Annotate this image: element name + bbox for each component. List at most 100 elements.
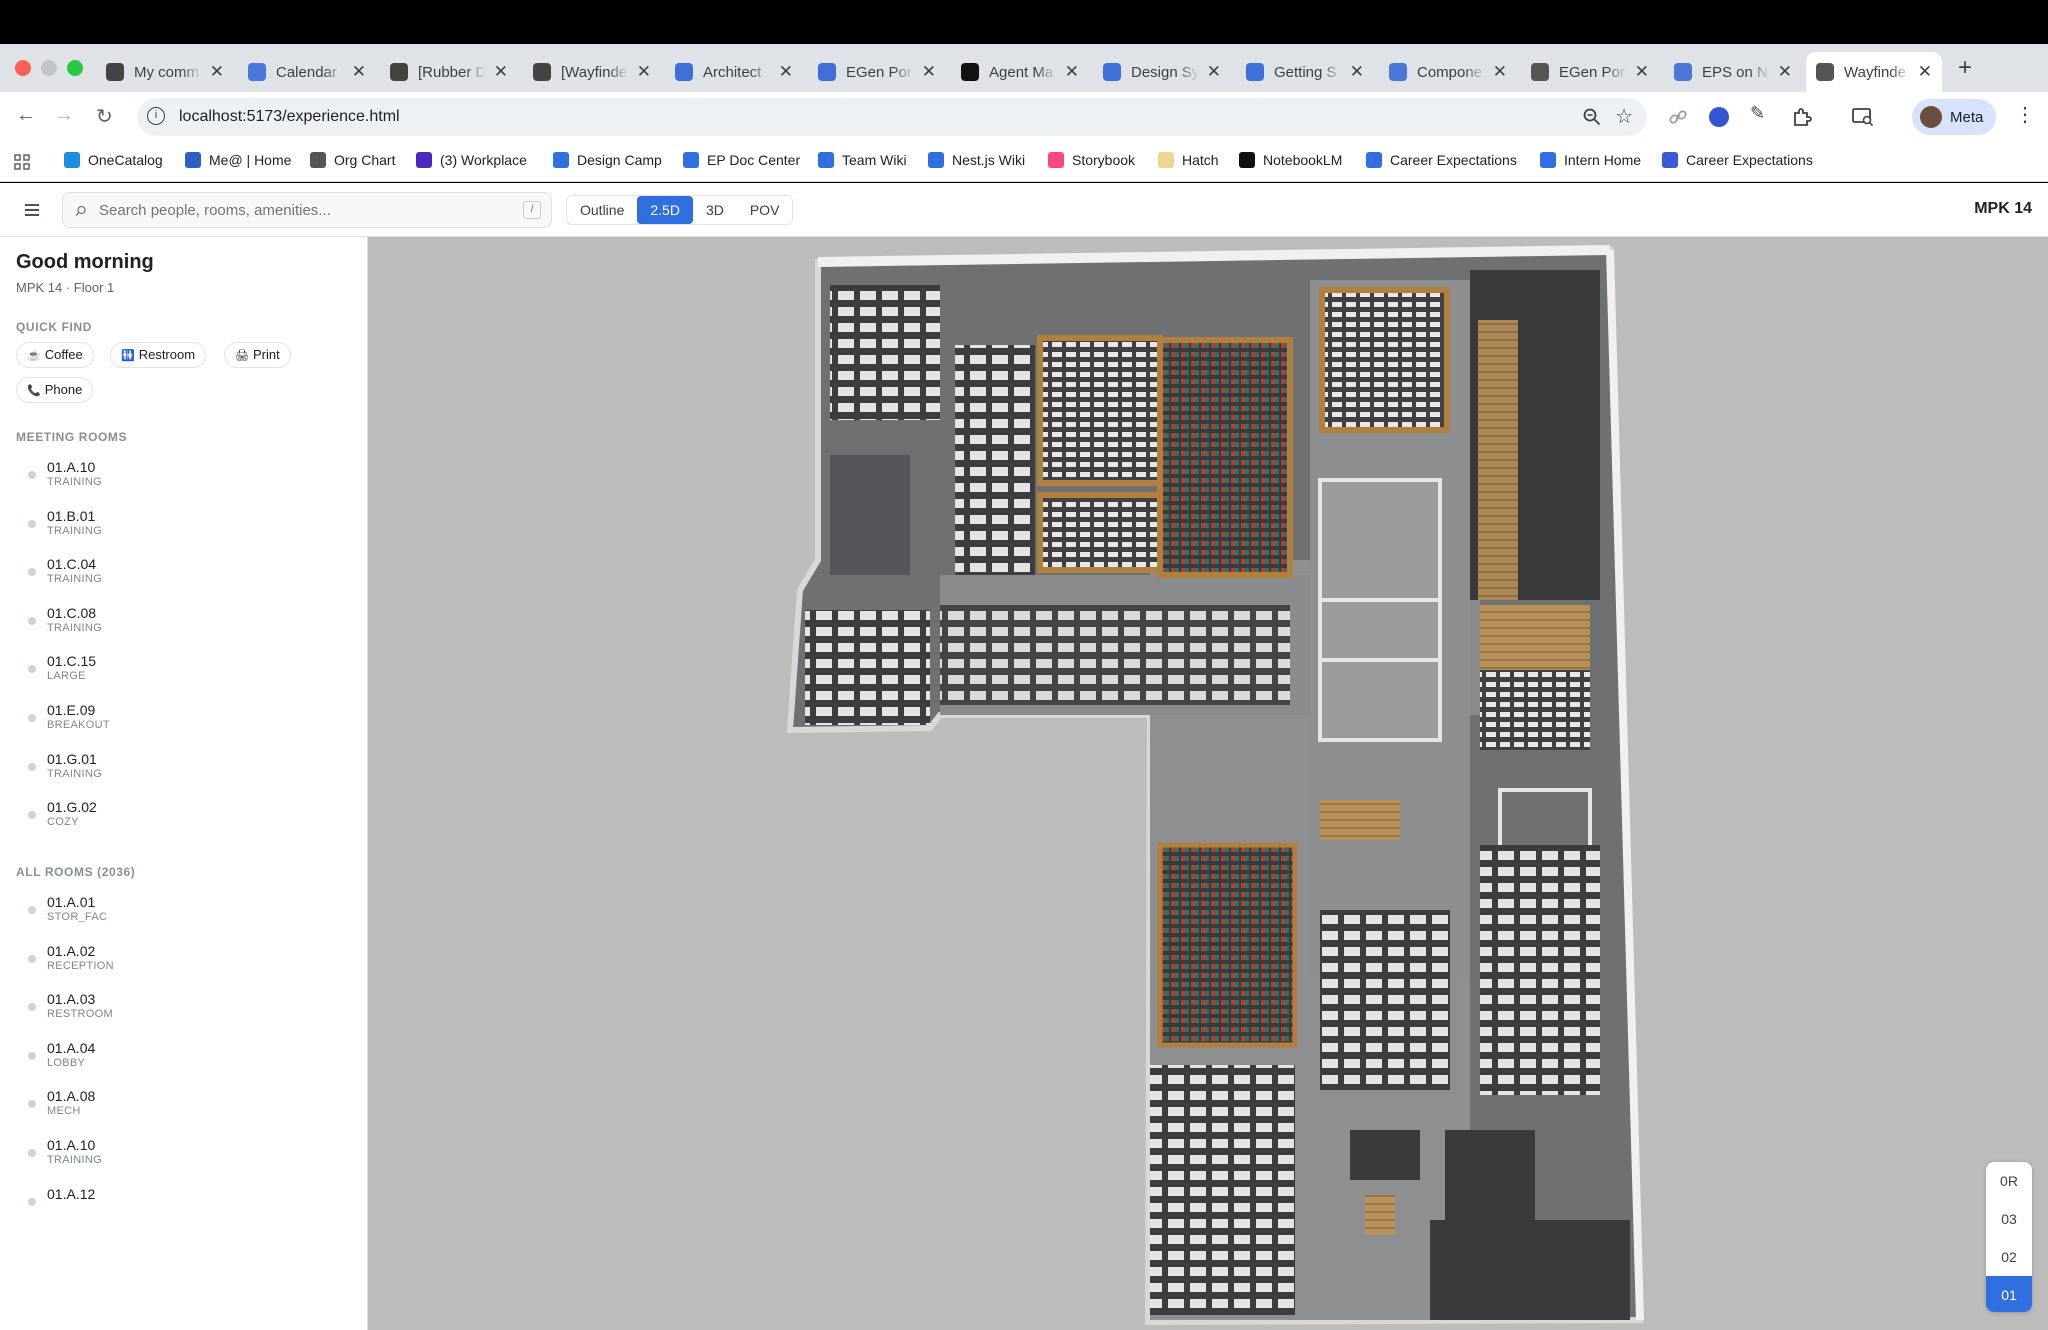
bookmark-favicon-icon bbox=[1239, 152, 1255, 168]
bookmark-item[interactable]: Design Camp bbox=[553, 152, 662, 168]
room-list-item[interactable]: 01.C.15 LARGE bbox=[28, 653, 328, 697]
close-tab-icon[interactable]: ✕ bbox=[210, 62, 224, 82]
globe-icon bbox=[1816, 63, 1834, 81]
bookmark-star-icon[interactable]: ☆ bbox=[1615, 104, 1633, 129]
close-tab-icon[interactable]: ✕ bbox=[352, 62, 366, 82]
close-tab-icon[interactable]: ✕ bbox=[922, 62, 936, 82]
bookmark-item[interactable]: Nest.js Wiki bbox=[928, 152, 1025, 168]
view-mode-toggle: Outline 2.5D 3D POV bbox=[566, 195, 794, 225]
quick-find-phone-button[interactable]: 📞 Phone bbox=[16, 377, 94, 403]
site-info-icon[interactable]: i bbox=[147, 107, 165, 125]
bookmark-item[interactable]: Career Expectations bbox=[1662, 152, 1813, 168]
quick-find-restroom-button[interactable]: 🚻 Restroom bbox=[110, 342, 207, 368]
floor-01-button[interactable]: 01 bbox=[1986, 1276, 2032, 1312]
close-tab-icon[interactable]: ✕ bbox=[1065, 62, 1079, 82]
close-tab-icon[interactable]: ✕ bbox=[1918, 62, 1932, 82]
close-tab-icon[interactable]: ✕ bbox=[779, 62, 793, 82]
room-type: LARGE bbox=[47, 670, 86, 683]
bookmark-item[interactable]: EP Doc Center bbox=[683, 152, 800, 168]
close-window-button[interactable] bbox=[15, 60, 31, 76]
maximize-window-button[interactable] bbox=[67, 60, 83, 76]
close-tab-icon[interactable]: ✕ bbox=[637, 62, 651, 82]
bookmark-item[interactable]: Team Wiki bbox=[818, 152, 907, 168]
quick-find-heading: QUICK FIND bbox=[16, 320, 92, 334]
browser-menu-icon[interactable]: ⋮ bbox=[2015, 102, 2035, 128]
current-location: MPK 14 · Floor 1 bbox=[16, 280, 115, 295]
browser-tab[interactable]: Getting S ✕ bbox=[1236, 52, 1374, 92]
profile-button[interactable]: Meta bbox=[1912, 99, 1996, 135]
room-list-item[interactable]: 01.A.10 TRAINING bbox=[28, 459, 328, 503]
view-mode-3d-button[interactable]: 3D bbox=[693, 196, 737, 224]
link-icon[interactable] bbox=[1668, 107, 1688, 127]
bookmark-item[interactable]: Career Expectations bbox=[1366, 152, 1517, 168]
room-type: LOBBY bbox=[47, 1056, 86, 1069]
room-list-item[interactable]: 01.C.04 TRAINING bbox=[28, 556, 328, 600]
room-list-item[interactable]: 01.B.01 TRAINING bbox=[28, 508, 328, 552]
extension-icon[interactable] bbox=[1709, 107, 1729, 127]
room-list-item[interactable]: 01.A.04 LOBBY bbox=[28, 1040, 328, 1084]
bookmark-item[interactable]: Me@ | Home bbox=[185, 152, 291, 168]
bookmark-item[interactable]: Org Chart bbox=[310, 152, 395, 168]
browser-tab[interactable]: [Wayfinde ✕ bbox=[523, 52, 661, 92]
tab-title: [Rubber D bbox=[418, 63, 486, 81]
minimize-window-button[interactable] bbox=[41, 60, 57, 76]
floor-map-canvas[interactable] bbox=[368, 237, 2048, 1330]
room-status-dot bbox=[28, 665, 36, 674]
browser-tab[interactable]: Design Sy ✕ bbox=[1093, 52, 1231, 92]
floor-02-button[interactable]: 02 bbox=[1986, 1238, 2032, 1276]
bookmark-item[interactable]: Storybook bbox=[1048, 152, 1135, 168]
room-list-item[interactable]: 01.G.02 COZY bbox=[28, 799, 328, 843]
browser-tab[interactable]: Calendar ✕ bbox=[238, 52, 376, 92]
forward-icon[interactable]: → bbox=[54, 104, 74, 127]
puzzle-extensions-icon[interactable] bbox=[1791, 106, 1813, 128]
view-mode-pov-button[interactable]: POV bbox=[737, 196, 793, 224]
quick-find-print-button[interactable]: 🖨 Print bbox=[224, 342, 291, 368]
room-list-item[interactable]: 01.A.02 RECEPTION bbox=[28, 943, 328, 987]
address-bar[interactable]: i localhost:5173/experience.html ☆ bbox=[137, 98, 1647, 136]
browser-tab[interactable]: Compone ✕ bbox=[1379, 52, 1517, 92]
bookmark-item[interactable]: NotebookLM bbox=[1239, 152, 1342, 168]
apps-grid-icon[interactable] bbox=[14, 154, 30, 170]
bookmark-item[interactable]: Intern Home bbox=[1540, 152, 1641, 168]
close-tab-icon[interactable]: ✕ bbox=[1493, 62, 1507, 82]
room-status-dot bbox=[28, 1051, 36, 1060]
tab-search-icon[interactable] bbox=[1852, 107, 1874, 127]
search-input[interactable]: Search people, rooms, amenities... / bbox=[62, 192, 552, 228]
floor-03-button[interactable]: 03 bbox=[1986, 1200, 2032, 1238]
close-tab-icon[interactable]: ✕ bbox=[1635, 62, 1649, 82]
bookmark-item[interactable]: Hatch bbox=[1158, 152, 1219, 168]
browser-tab[interactable]: [Rubber D ✕ bbox=[380, 52, 518, 92]
view-mode-25d-button[interactable]: 2.5D bbox=[637, 196, 693, 224]
browser-tab[interactable]: My comm ✕ bbox=[96, 52, 234, 92]
room-list-item[interactable]: 01.A.08 MECH bbox=[28, 1088, 328, 1132]
view-mode-outline-button[interactable]: Outline bbox=[567, 196, 637, 224]
bookmark-item[interactable]: (3) Workplace bbox=[416, 152, 527, 168]
browser-tab[interactable]: EPS on N ✕ bbox=[1664, 52, 1802, 92]
close-tab-icon[interactable]: ✕ bbox=[1778, 62, 1792, 82]
browser-tab[interactable]: EGen Por ✕ bbox=[1521, 52, 1659, 92]
room-list-item[interactable]: 01.E.09 BREAKOUT bbox=[28, 702, 328, 746]
room-list-item[interactable]: 01.A.10 TRAINING bbox=[28, 1137, 328, 1181]
room-list-item[interactable]: 01.A.12 bbox=[28, 1186, 328, 1230]
close-tab-icon[interactable]: ✕ bbox=[1350, 62, 1364, 82]
close-tab-icon[interactable]: ✕ bbox=[1207, 62, 1221, 82]
back-icon[interactable]: ← bbox=[16, 104, 36, 127]
browser-tab[interactable]: Architect ✕ bbox=[665, 52, 803, 92]
browser-tab[interactable]: Wayfinde ✕ bbox=[1806, 52, 1942, 92]
zoom-icon[interactable] bbox=[1583, 108, 1601, 126]
room-list-item[interactable]: 01.A.03 RESTROOM bbox=[28, 991, 328, 1035]
extension-pen-icon[interactable]: ✎ bbox=[1750, 103, 1765, 124]
browser-tab[interactable]: EGen Por ✕ bbox=[808, 52, 946, 92]
quick-find-coffee-button[interactable]: ☕ Coffee bbox=[16, 342, 94, 368]
room-list-item[interactable]: 01.G.01 TRAINING bbox=[28, 751, 328, 795]
floor-0r-button[interactable]: 0R bbox=[1986, 1162, 2032, 1200]
new-tab-button[interactable]: + bbox=[1958, 54, 1972, 82]
tab-title: Agent Ma bbox=[989, 63, 1054, 81]
room-list-item[interactable]: 01.A.01 STOR_FAC bbox=[28, 894, 328, 938]
browser-tab[interactable]: Agent Ma ✕ bbox=[951, 52, 1089, 92]
reload-icon[interactable]: ↻ bbox=[96, 104, 113, 129]
close-tab-icon[interactable]: ✕ bbox=[494, 62, 508, 82]
bookmark-item[interactable]: OneCatalog bbox=[64, 152, 163, 168]
room-list-item[interactable]: 01.C.08 TRAINING bbox=[28, 605, 328, 649]
hamburger-menu-icon[interactable] bbox=[24, 203, 40, 217]
